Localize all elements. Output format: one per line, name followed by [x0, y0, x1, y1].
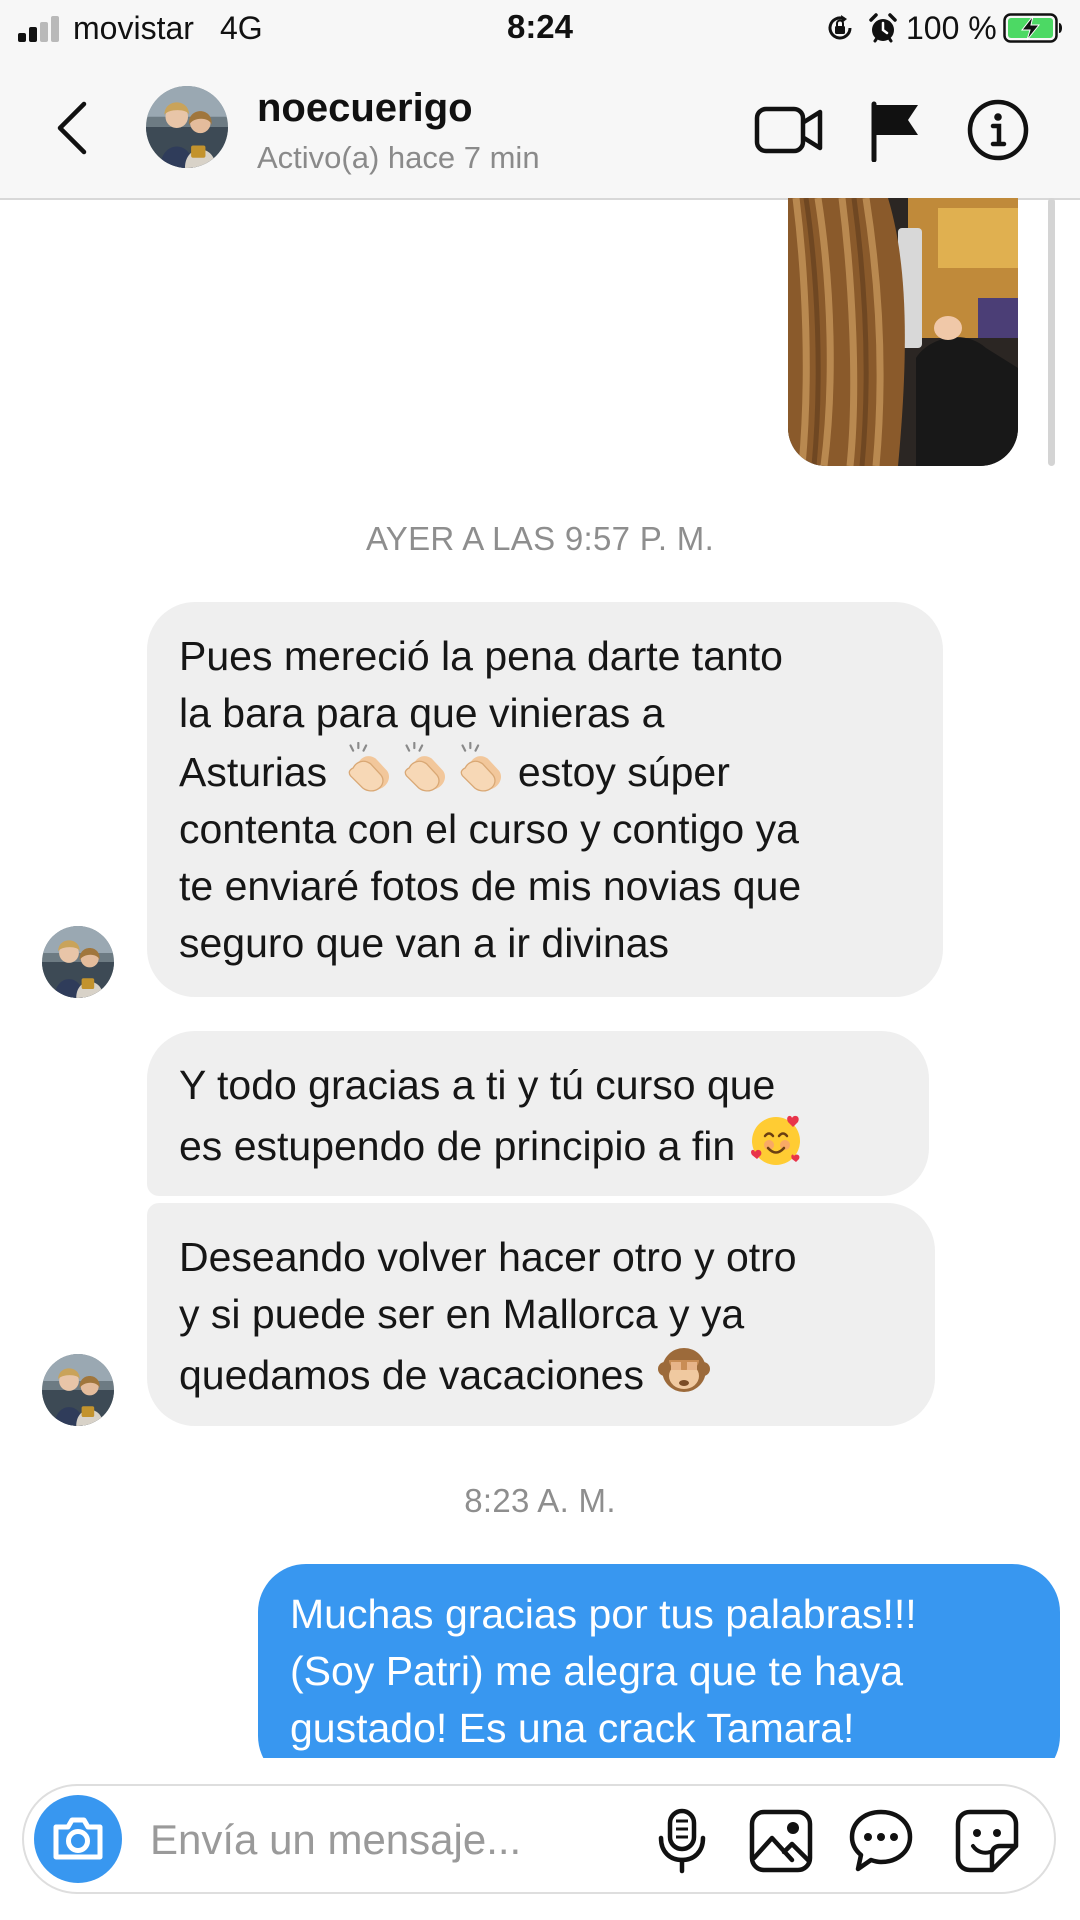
- presence-status: Activo(a) hace 7 min: [257, 140, 540, 175]
- scroll-indicator[interactable]: [1048, 198, 1055, 466]
- camera-button[interactable]: [34, 1795, 122, 1883]
- message-input[interactable]: [148, 1808, 542, 1872]
- battery-percentage: 100 %: [906, 10, 997, 46]
- message-line: Muchas gracias por tus palabras!!!: [290, 1591, 917, 1637]
- message-line: la bara para que vinieras a: [179, 690, 665, 736]
- gallery-icon[interactable]: [748, 1808, 814, 1874]
- camera-icon: [53, 1817, 103, 1860]
- message-options-icon[interactable]: [848, 1808, 914, 1874]
- received-message[interactable]: Y todo gracias a ti y tú curso que es es…: [147, 1031, 929, 1196]
- message-line: te enviaré fotos de mis novias que: [179, 863, 802, 909]
- avatar[interactable]: [146, 86, 228, 168]
- clapping-hands-emoji: [341, 742, 393, 794]
- message-timestamp: AYER A LAS 9:57 P. M.: [365, 520, 715, 557]
- message-thread[interactable]: AYER A LAS 9:57 P. M. Pues mereció la pe…: [0, 198, 1080, 1758]
- message-line: Pues mereció la pena darte tanto: [179, 633, 783, 679]
- message-line: seguro que van a ir divinas: [179, 920, 670, 966]
- message-line: contenta con el curso y contigo ya: [179, 806, 799, 852]
- received-message[interactable]: Pues mereció la pena darte tanto la bara…: [147, 602, 943, 997]
- message-line-with-emoji: Asturias estoy súper: [179, 742, 911, 801]
- avatar[interactable]: [42, 1354, 114, 1426]
- message-line: gustado! Es una crack Tamara!: [290, 1705, 855, 1751]
- avatar[interactable]: [42, 926, 114, 998]
- chat-username[interactable]: noecuerigo: [257, 86, 473, 131]
- flag-icon[interactable]: [868, 100, 924, 162]
- message-line-with-emoji: quedamos de vacaciones: [179, 1343, 903, 1404]
- orientation-lock-icon: [828, 15, 852, 40]
- message-timestamp: 8:23 A. M.: [464, 1482, 616, 1519]
- photo-message[interactable]: [788, 198, 1018, 466]
- message-line: Deseando volver hacer otro y otro: [179, 1234, 797, 1280]
- chat-header: noecuerigo Activo(a) hace 7 min: [0, 56, 1080, 200]
- back-icon[interactable]: [48, 98, 98, 158]
- microphone-icon[interactable]: [654, 1808, 710, 1874]
- clapping-hands-emoji: [397, 742, 449, 794]
- video-call-icon[interactable]: [754, 102, 824, 158]
- clapping-hands-emoji: [453, 742, 505, 794]
- sticker-icon[interactable]: [954, 1808, 1020, 1874]
- message-line-with-emoji: es estupendo de principio a fin: [179, 1114, 897, 1175]
- message-line: y si puede ser en Mallorca y ya: [179, 1291, 745, 1337]
- info-icon[interactable]: [966, 98, 1030, 162]
- alarm-icon: [869, 13, 897, 43]
- smiling-face-with-hearts-emoji: [750, 1115, 800, 1165]
- message-composer: [22, 1784, 1056, 1894]
- see-no-evil-monkey-emoji: [658, 1348, 711, 1392]
- status-bar: movistar 4G 8:24 100 %: [0, 0, 1080, 56]
- sent-message[interactable]: Muchas gracias por tus palabras!!! (Soy …: [258, 1564, 1060, 1758]
- received-message[interactable]: Deseando volver hacer otro y otro y si p…: [147, 1203, 935, 1426]
- message-line: Y todo gracias a ti y tú curso que: [179, 1062, 776, 1108]
- message-line: (Soy Patri) me alegra que te haya: [290, 1648, 904, 1694]
- battery-charging-icon: [1003, 13, 1062, 43]
